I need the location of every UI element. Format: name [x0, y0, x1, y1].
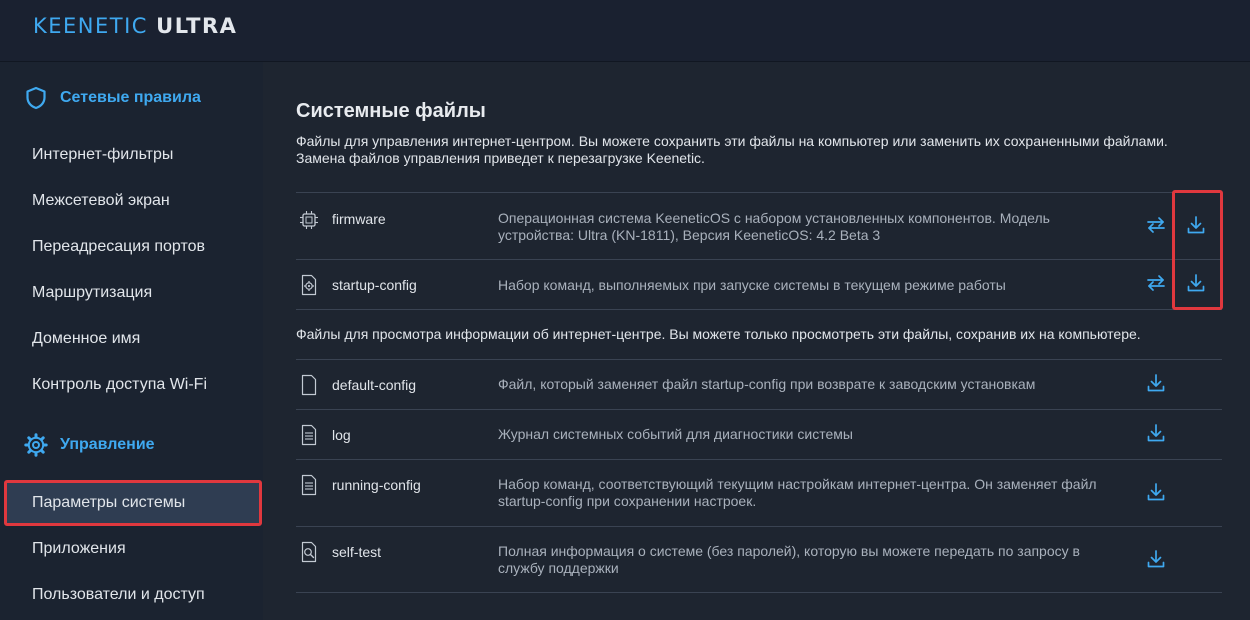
top-header: KEENETIC ULTRA: [0, 0, 1250, 62]
settings-file-icon: [299, 274, 319, 296]
file-row-startup-config: startup-config Набор команд, выполняемых…: [296, 259, 1222, 309]
file-row-log: log Журнал системных событий для диагнос…: [296, 409, 1222, 459]
download-button[interactable]: [1144, 423, 1168, 447]
keenetic-logo[interactable]: KEENETIC ULTRA: [33, 14, 237, 38]
file-description: Операционная система KeeneticOS с наборо…: [498, 210, 1050, 243]
section-title: Сетевые правила: [60, 89, 201, 106]
file-description: Файл, который заменяет файл startup-conf…: [498, 376, 1036, 392]
download-button[interactable]: [1144, 373, 1168, 397]
download-icon: [1146, 373, 1166, 398]
replace-button[interactable]: [1144, 273, 1168, 297]
file-row-self-test: self-test Полная информация о системе (б…: [296, 526, 1222, 593]
file-name: self-test: [332, 544, 382, 560]
shield-icon: [24, 86, 48, 110]
file-name: startup-config: [332, 277, 417, 293]
section-network-rules[interactable]: Сетевые правила: [24, 84, 201, 112]
sidebar-item-applications[interactable]: Приложения: [0, 526, 263, 572]
blank-file-icon: [299, 374, 319, 396]
download-icon: [1146, 423, 1166, 448]
page-title: Системные файлы: [296, 100, 486, 122]
replace-button[interactable]: [1144, 215, 1168, 239]
sidebar: Сетевые правила Интернет-фильтры Межсете…: [0, 62, 263, 620]
download-button[interactable]: [1144, 482, 1168, 506]
download-icon: [1146, 549, 1166, 574]
text-file-icon: [299, 474, 319, 496]
file-description: Набор команд, соответствующий текущим на…: [498, 476, 1097, 509]
download-icon: [1146, 482, 1166, 507]
divider: [296, 309, 1222, 310]
search-file-icon: [299, 541, 319, 563]
sidebar-item-port-forwarding[interactable]: Переадресация портов: [0, 224, 263, 270]
sidebar-item-routing[interactable]: Маршрутизация: [0, 270, 263, 316]
download-buttons-highlight: [1172, 190, 1223, 310]
sidebar-item-domain-name[interactable]: Доменное имя: [0, 316, 263, 362]
swap-arrows-icon: [1146, 273, 1166, 298]
section-management[interactable]: Управление: [24, 431, 155, 459]
view-files-description: Файлы для просмотра информации об интерн…: [296, 326, 1141, 342]
sidebar-item-wifi-access-control[interactable]: Контроль доступа Wi-Fi: [0, 362, 263, 408]
gear-icon: [24, 433, 48, 457]
managed-files-description: Файлы для управления интернет-центром. В…: [296, 133, 1168, 166]
file-description: Журнал системных событий для диагностики…: [498, 426, 853, 442]
file-name: log: [332, 427, 351, 443]
logo-brand: KEENETIC: [33, 14, 148, 38]
sidebar-item-system-settings[interactable]: Параметры системы: [4, 480, 262, 526]
logo-model: ULTRA: [156, 14, 238, 38]
sidebar-item-firewall[interactable]: Межсетевой экран: [0, 178, 263, 224]
swap-arrows-icon: [1146, 215, 1166, 240]
sidebar-item-users-access[interactable]: Пользователи и доступ: [0, 572, 263, 618]
file-row-default-config: default-config Файл, который заменяет фа…: [296, 359, 1222, 409]
file-name: running-config: [332, 477, 421, 493]
chip-icon: [299, 209, 319, 231]
section-title: Управление: [60, 436, 155, 453]
text-file-icon: [299, 424, 319, 446]
main-content: Системные файлы Файлы для управления инт…: [263, 62, 1250, 620]
file-name: firmware: [332, 211, 386, 227]
file-description: Набор команд, выполняемых при запуске си…: [498, 277, 1006, 293]
download-button[interactable]: [1144, 549, 1168, 573]
sidebar-item-internet-filters[interactable]: Интернет-фильтры: [0, 132, 263, 178]
file-row-running-config: running-config Набор команд, соответству…: [296, 459, 1222, 526]
file-name: default-config: [332, 377, 417, 393]
file-row-firmware: firmware Операционная система KeeneticOS…: [296, 192, 1222, 259]
file-description: Полная информация о системе (без паролей…: [498, 543, 1080, 576]
